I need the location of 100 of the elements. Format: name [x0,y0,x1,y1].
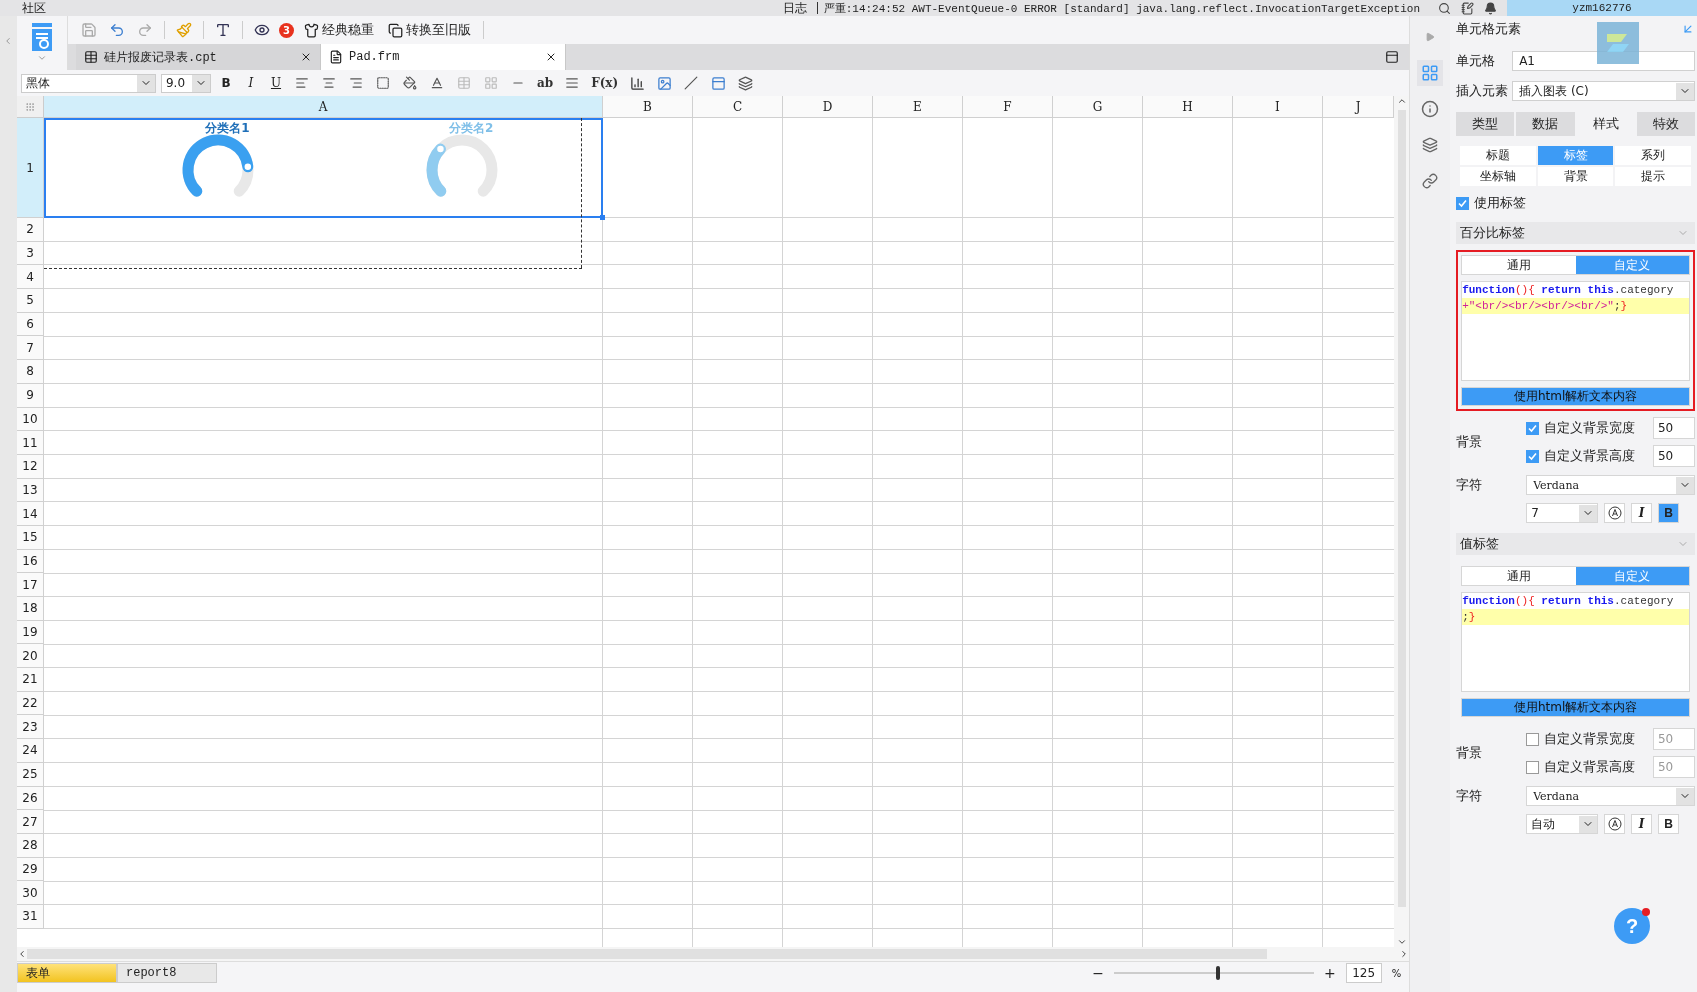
column-header[interactable]: G [1053,96,1143,118]
style-tab[interactable]: 标题 [1460,146,1536,165]
app-logo-icon[interactable] [30,23,54,53]
column-header[interactable]: A [44,96,603,118]
row-header[interactable]: 11 [17,431,44,455]
row-header[interactable]: 5 [17,289,44,313]
sheet-tab[interactable]: 表单 [17,963,117,983]
mode-tab[interactable]: 通用 [1462,567,1576,585]
style-tab[interactable]: 坐标轴 [1460,167,1536,186]
style-tab[interactable]: 系列 [1615,146,1691,165]
checkbox[interactable] [1526,760,1540,774]
number-field[interactable]: 50 [1653,445,1695,467]
row-header[interactable]: 14 [17,502,44,526]
section-header[interactable]: 百分比标签 [1456,222,1695,244]
search-icon[interactable] [1438,1,1451,15]
checkbox[interactable] [1526,449,1540,463]
html-parse-button[interactable]: 使用html解析文本内容 [1461,698,1690,717]
panel-tab[interactable]: 类型 [1456,112,1515,136]
fill-handle[interactable] [600,215,605,220]
selected-cell[interactable]: 分类名1 分类名2 [44,118,603,218]
toolbar-button[interactable]: 经典稳重 [300,21,378,39]
column-header[interactable]: J [1323,96,1395,118]
row-header[interactable]: 24 [17,739,44,763]
style-tab[interactable]: 提示 [1615,167,1691,186]
mode-tab[interactable]: 通用 [1462,256,1576,274]
size-dropdown[interactable]: 7 [1526,503,1599,523]
scroll-down-icon[interactable] [1396,937,1407,947]
close-icon[interactable] [545,51,557,63]
notification-badge[interactable]: 3 [279,22,294,38]
column-header[interactable]: D [783,96,873,118]
column-header[interactable]: H [1143,96,1233,118]
slider-thumb[interactable] [1215,966,1220,980]
font-label: 字符 [1456,476,1484,494]
user-name[interactable]: yzm162776 [1507,0,1697,16]
text-button[interactable]: ab [534,73,557,93]
outline-font-button[interactable] [1604,503,1626,523]
row-header[interactable]: 2 [17,218,44,242]
bold-button[interactable]: B [1658,814,1680,834]
italic-button[interactable]: I [1631,503,1653,523]
panel-tab[interactable]: 数据 [1516,112,1575,136]
zoom-field[interactable]: 125 [1345,963,1382,983]
style-button[interactable]: B [216,73,236,93]
font-dropdown[interactable]: 黑体 [21,73,156,93]
zoom-out-button[interactable]: − [1092,965,1104,981]
file-tab[interactable]: Pad.frm [321,44,566,70]
close-icon[interactable] [300,51,312,63]
zoom-in-button[interactable]: + [1323,965,1336,981]
column-header[interactable]: E [873,96,963,118]
row-header[interactable]: 18 [17,597,44,621]
italic-button[interactable]: I [1631,814,1653,834]
row-header[interactable]: 8 [17,360,44,384]
column-header[interactable]: B [603,96,693,118]
panel-tab[interactable]: 特效 [1636,112,1695,136]
html-parse-button[interactable]: 使用html解析文本内容 [1461,387,1690,406]
scroll-left-icon[interactable] [17,949,27,959]
bold-button[interactable]: B [1658,503,1680,523]
size-dropdown[interactable]: 自动 [1526,814,1599,834]
zoom-unit: % [1391,967,1402,979]
note-icon[interactable] [1461,1,1474,15]
column-header[interactable]: C [693,96,783,118]
checkbox[interactable] [1456,196,1470,210]
grid-icon [84,50,98,64]
toolbar-button[interactable]: 转换至旧版 [384,21,475,39]
checkbox[interactable] [1526,732,1540,746]
outline-font-button[interactable] [1604,814,1626,834]
row-header[interactable]: 21 [17,668,44,692]
scroll-up-icon[interactable] [1396,96,1407,106]
file-tab[interactable]: 硅片报废记录表.cpt [76,44,321,70]
row-header[interactable]: 4 [17,265,44,290]
log-link[interactable]: 日志 [782,0,807,17]
bell-icon[interactable] [1484,1,1497,15]
row-header[interactable]: 27 [17,810,44,834]
notification-dot [1642,908,1651,916]
style-button[interactable]: I [241,73,261,93]
insert-dropdown[interactable]: 插入图表 (C) [1512,81,1695,101]
font-dropdown[interactable]: Verdana [1526,475,1695,495]
cell-element-icon[interactable] [1417,60,1444,86]
code-editor[interactable]: function(){ return this.category +"<br/><br/><br/><br/>";} [1461,281,1690,381]
style-button[interactable]: U [266,73,286,93]
row-header[interactable]: 7 [17,336,44,361]
row-header[interactable]: 1 [17,118,44,218]
caret-icon[interactable] [37,53,47,63]
row-header[interactable]: 17 [17,573,44,597]
code-editor[interactable]: function(){ return this.category ;} [1461,592,1690,692]
sheet-tab[interactable]: report8 [117,963,217,983]
column-header[interactable]: I [1233,96,1323,118]
row-header[interactable]: 23 [17,715,44,740]
formula-button[interactable]: F(x) [588,73,622,93]
code-line: function(){ return this.category [1462,283,1675,298]
tab-menu-icon[interactable] [1385,50,1400,64]
number-field[interactable]: 50 [1653,417,1695,439]
row-header[interactable]: 20 [17,644,44,669]
font-dropdown[interactable]: Verdana [1526,786,1695,806]
size-dropdown[interactable]: 9.0 [161,73,211,93]
style-tab[interactable]: 背景 [1537,167,1614,186]
checkbox[interactable] [1526,421,1540,435]
column-header[interactable]: F [963,96,1053,118]
section-header[interactable]: 值标签 [1456,533,1695,555]
row-header[interactable]: 30 [17,881,44,905]
menu-item[interactable]: 社区 [0,0,46,17]
